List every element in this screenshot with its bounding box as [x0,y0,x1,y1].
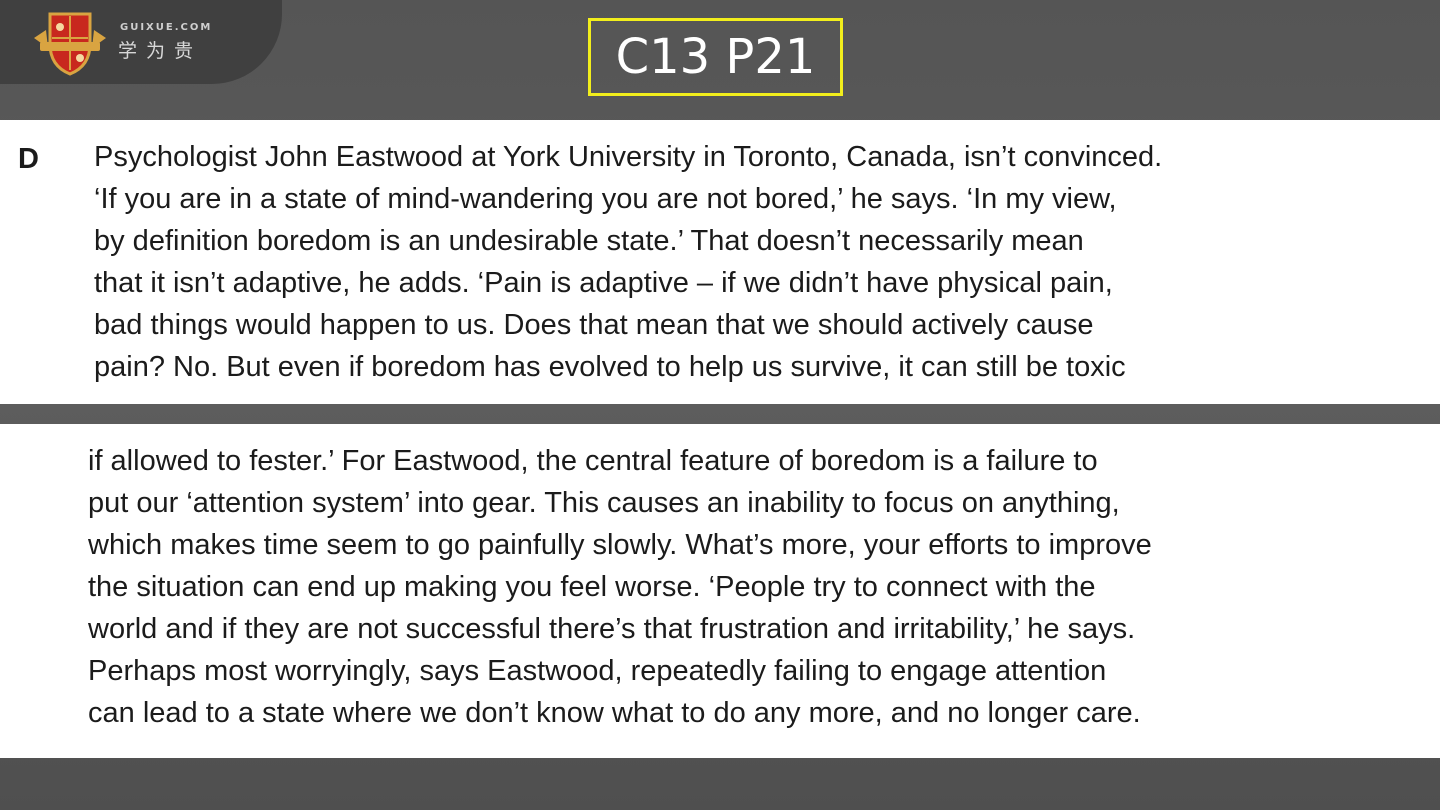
passage-line: if allowed to fester.’ For Eastwood, the… [88,445,1098,477]
paragraph-letter: D [18,143,39,175]
passage-line: by definition boredom is an undesirable … [94,225,1084,257]
passage-line: that it isn’t adaptive, he adds. ‘Pain i… [94,267,1113,299]
passage-line: bad things would happen to us. Does that… [94,309,1094,341]
slide-title: C13 P21 [588,18,843,96]
passage-line: Perhaps most worryingly, says Eastwood, … [88,655,1107,687]
passage-line: the situation can end up making you feel… [88,571,1096,603]
brand-logo-area: GUIXUE.COM 学为贵 [0,0,282,84]
crest-logo-icon [34,12,106,76]
passage-line: Psychologist John Eastwood at York Unive… [94,141,1163,173]
passage-line: can lead to a state where we don’t know … [88,697,1141,729]
passage-line: pain? No. But even if boredom has evolve… [94,351,1126,383]
passage-line: put our ‘attention system’ into gear. Th… [88,487,1120,519]
passage-panel-bottom: if allowed to fester.’ For Eastwood, the… [0,424,1440,758]
passage-line: world and if they are not successful the… [88,613,1136,645]
passage-line: which makes time seem to go painfully sl… [88,529,1152,561]
passage-line: ‘If you are in a state of mind-wandering… [94,183,1117,215]
brand-domain: GUIXUE.COM [120,22,213,33]
passage-panel-top: D Psychologist John Eastwood at York Uni… [0,120,1440,404]
brand-name: 学为贵 [118,40,203,62]
